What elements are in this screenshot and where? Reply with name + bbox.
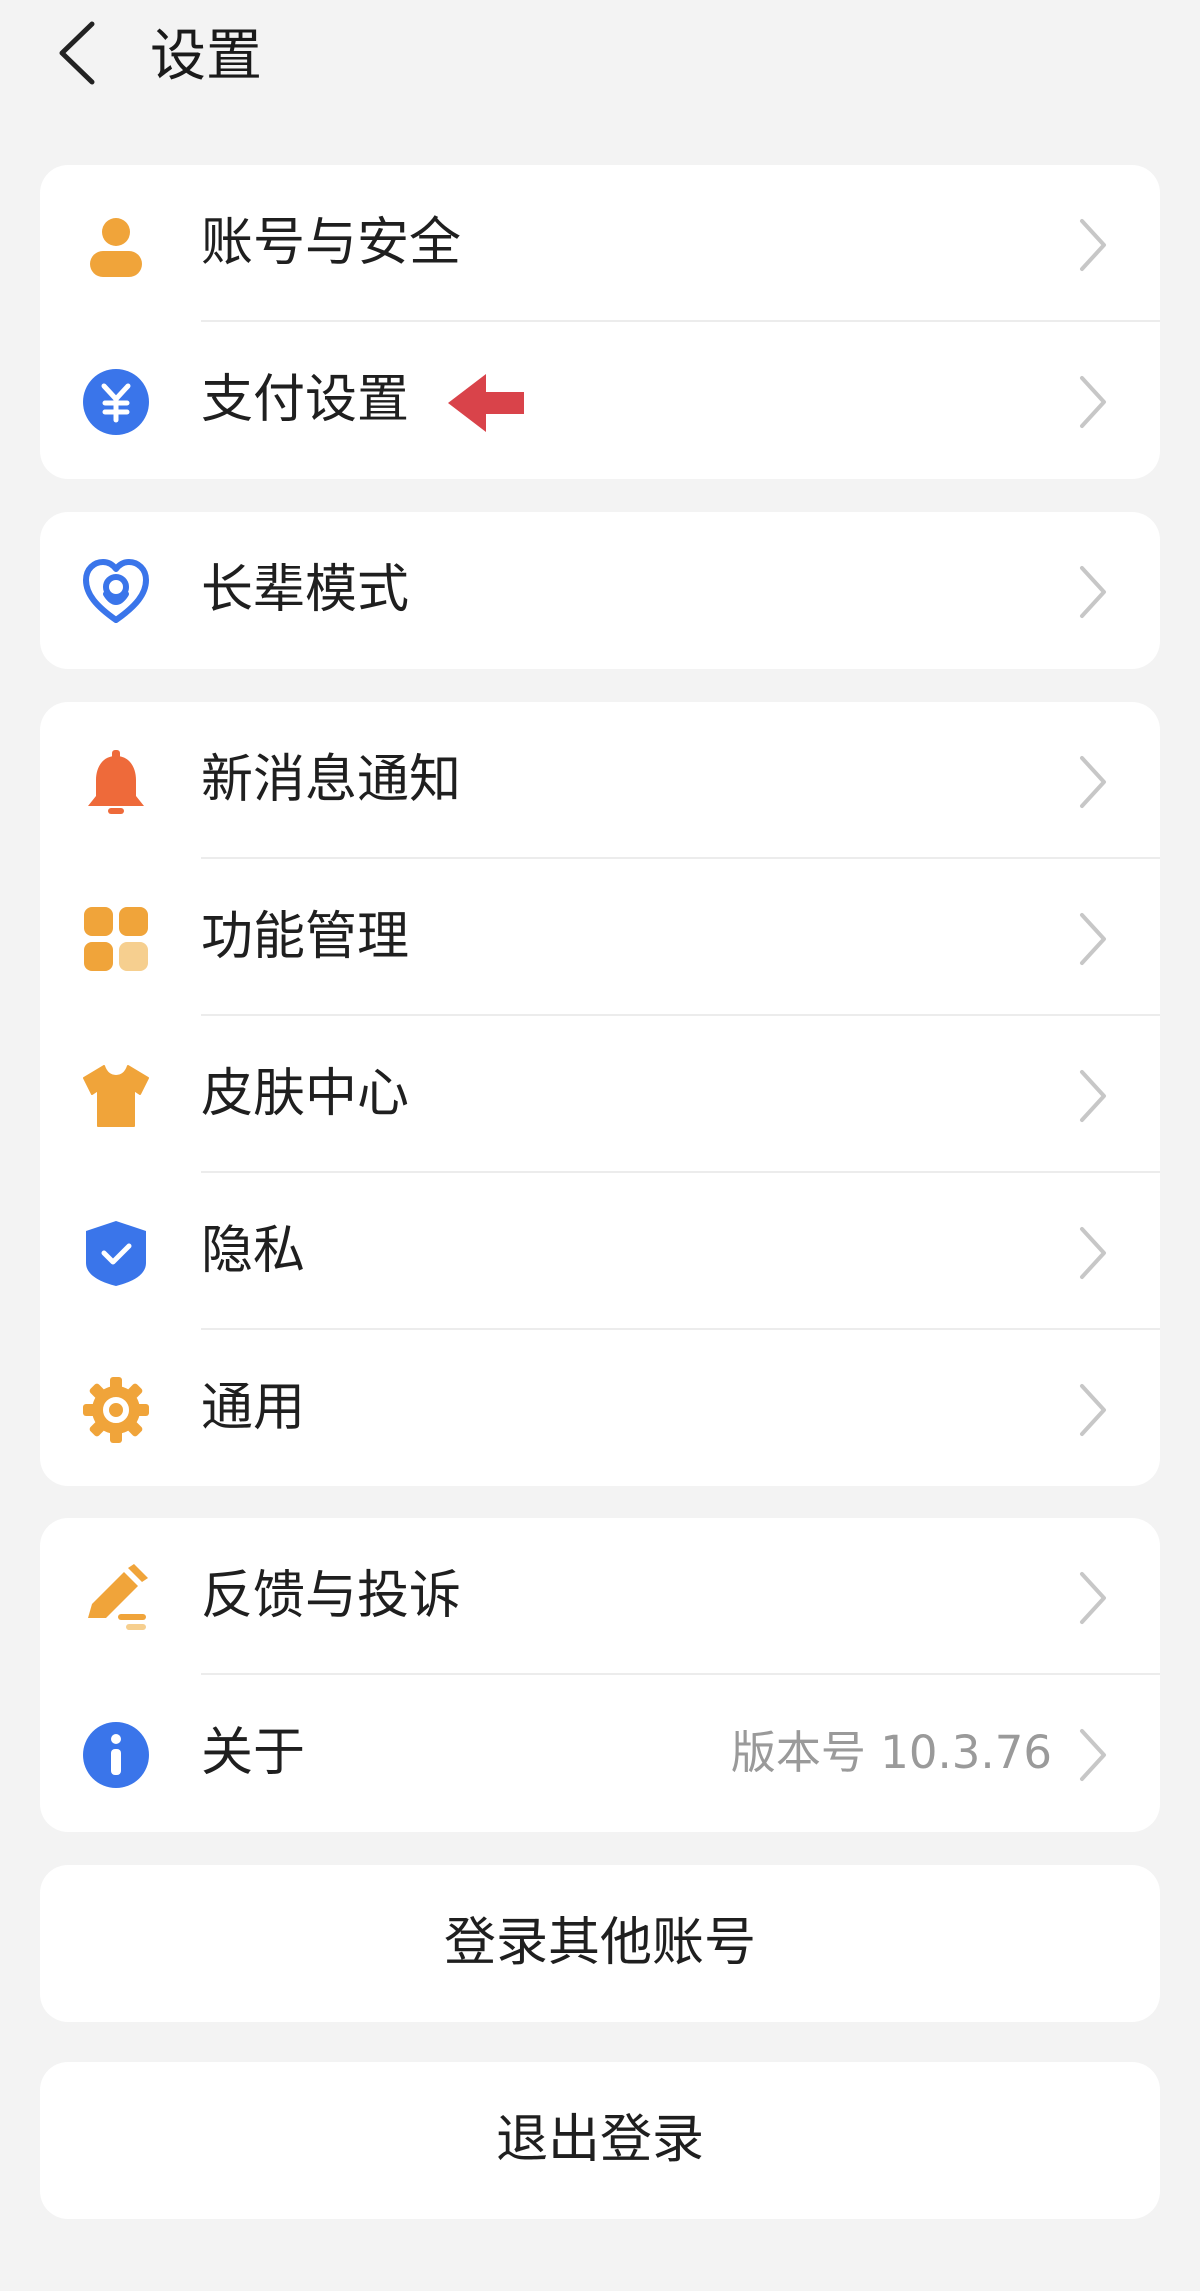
yuan-icon [82,368,150,436]
bell-icon [82,748,150,816]
logout-button[interactable]: 退出登录 [40,2062,1160,2219]
menu-item-label: 长辈模式 [201,560,410,620]
menu-item-label: 关于 [201,1723,306,1783]
chevron-right-icon [1080,376,1106,428]
switch-account-button[interactable]: 登录其他账号 [40,1865,1160,2022]
grid-icon [82,905,150,973]
chevron-right-icon [1080,1572,1106,1624]
chevron-right-icon [1080,756,1106,808]
top-bar: 设置 [0,0,1200,120]
menu-item-label: 支付设置 [201,370,410,430]
page-title: 设置 [150,24,262,89]
info-icon [82,1721,150,1789]
logout-label: 退出登录 [495,2110,704,2170]
elder-mode-group: 长辈模式 [40,512,1160,669]
menu-item-elder-mode[interactable]: 长辈模式 [40,512,1160,669]
gear-icon [82,1376,150,1444]
menu-item-label: 皮肤中心 [201,1064,410,1124]
menu-item-account-security[interactable]: 账号与安全 [40,165,1160,322]
shield-icon [82,1219,150,1287]
menu-item-label: 功能管理 [201,907,410,967]
switch-account-label: 登录其他账号 [443,1913,756,1973]
menu-item-general[interactable]: 通用 [40,1330,1160,1486]
menu-item-notifications[interactable]: 新消息通知 [40,702,1160,859]
menu-item-label: 通用 [201,1378,306,1438]
menu-item-label: 账号与安全 [201,213,462,273]
person-icon [82,211,150,279]
chevron-right-icon [1080,219,1106,271]
back-arrow-icon[interactable] [52,18,102,88]
version-text: 版本号 10.3.76 [730,1726,1052,1779]
menu-item-feature-management[interactable]: 功能管理 [40,859,1160,1016]
preferences-group: 新消息通知 功能管理 皮肤中心 隐私 通用 [40,702,1160,1486]
shirt-icon [82,1062,150,1130]
pencil-icon [82,1564,150,1632]
chevron-right-icon [1080,566,1106,618]
menu-item-payment-settings[interactable]: 支付设置 [40,322,1160,479]
chevron-right-icon [1080,1729,1106,1781]
heart-icon [82,558,150,626]
menu-item-privacy[interactable]: 隐私 [40,1173,1160,1330]
chevron-right-icon [1080,913,1106,965]
chevron-right-icon [1080,1384,1106,1436]
chevron-right-icon [1080,1227,1106,1279]
menu-item-label: 反馈与投诉 [201,1566,462,1626]
red-arrow-annotation-icon [448,374,524,432]
menu-item-skin-center[interactable]: 皮肤中心 [40,1016,1160,1173]
menu-item-feedback[interactable]: 反馈与投诉 [40,1518,1160,1675]
account-group: 账号与安全 支付设置 [40,165,1160,479]
chevron-right-icon [1080,1070,1106,1122]
menu-item-label: 隐私 [201,1221,306,1281]
menu-item-about[interactable]: 关于 版本号 10.3.76 [40,1675,1160,1832]
support-group: 反馈与投诉 关于 版本号 10.3.76 [40,1518,1160,1832]
menu-item-label: 新消息通知 [201,750,462,810]
